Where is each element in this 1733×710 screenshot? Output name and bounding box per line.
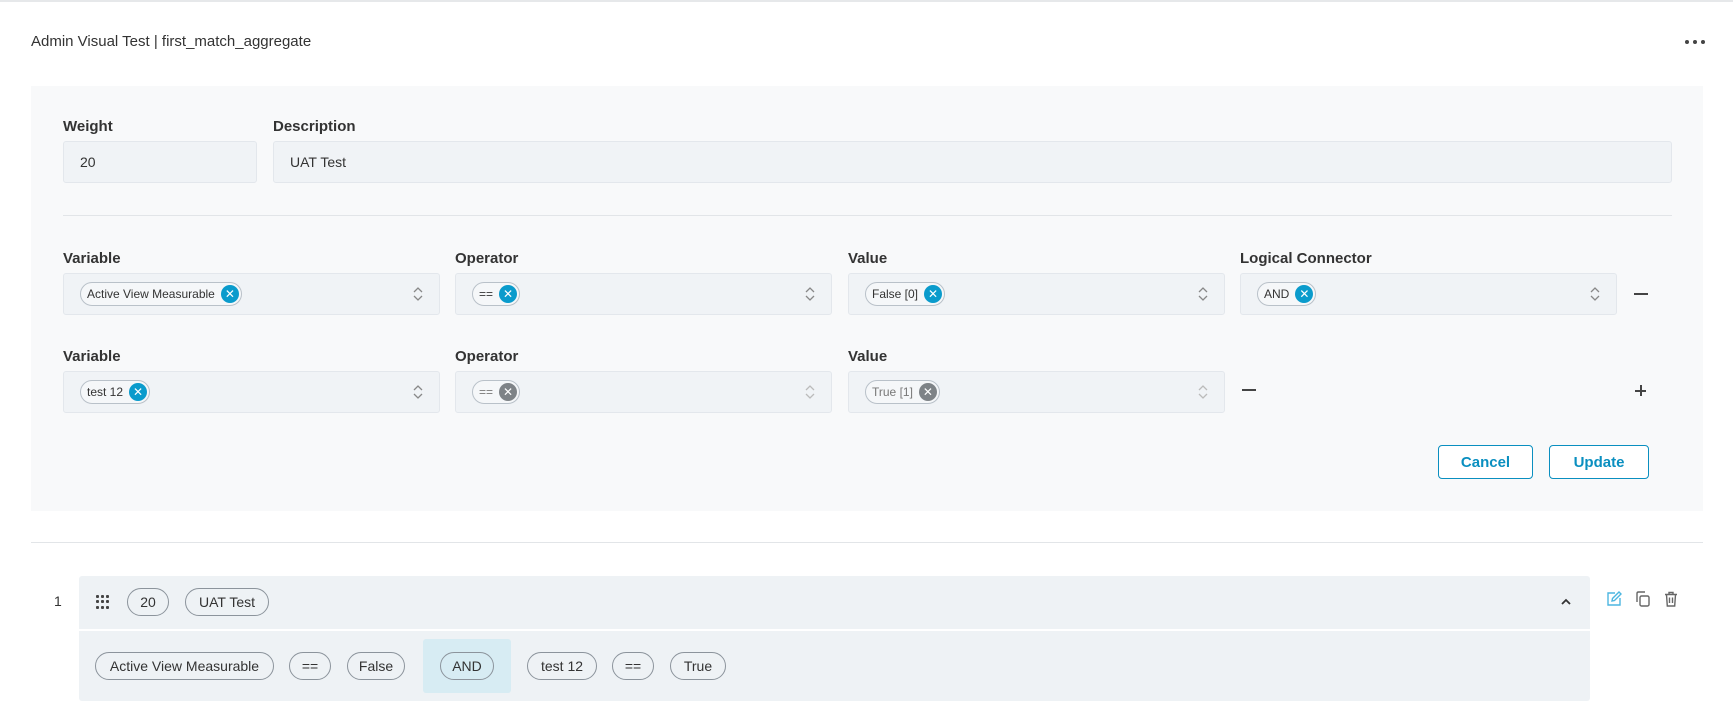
- chevron-up-down-icon: [413, 385, 423, 399]
- variable-select[interactable]: test 12 ✕: [63, 371, 440, 413]
- remove-condition-icon[interactable]: [1242, 389, 1256, 391]
- chevron-up-down-icon: [1198, 287, 1208, 301]
- rule-expression: Active View Measurable == False AND test…: [79, 631, 1590, 701]
- section-divider: [31, 542, 1703, 543]
- operator-label: Operator: [455, 250, 519, 267]
- variable-label: Variable: [63, 250, 121, 267]
- edit-icon[interactable]: [1605, 590, 1623, 608]
- chevron-up-down-icon: [805, 385, 815, 399]
- remove-chip-icon[interactable]: ✕: [499, 383, 518, 401]
- value-select[interactable]: True [1] ✕: [848, 371, 1225, 413]
- weight-label: Weight: [63, 118, 113, 135]
- variable-chip: Active View Measurable ✕: [80, 282, 242, 306]
- operator-label: Operator: [455, 348, 519, 365]
- value-label: Value: [848, 348, 888, 365]
- copy-icon[interactable]: [1634, 590, 1652, 608]
- value-chip-label: False [0]: [872, 287, 919, 301]
- remove-chip-icon[interactable]: ✕: [220, 285, 239, 303]
- operator-select[interactable]: == ✕: [455, 371, 832, 413]
- value-label: Value: [848, 250, 888, 267]
- chevron-up-icon[interactable]: [1560, 596, 1572, 608]
- remove-chip-icon[interactable]: ✕: [918, 383, 937, 401]
- variable-label: Variable: [63, 348, 121, 365]
- description-input[interactable]: UAT Test: [273, 141, 1672, 183]
- drag-handle-icon[interactable]: [96, 595, 110, 609]
- remove-condition-icon[interactable]: [1634, 293, 1648, 295]
- variable-chip-label: Active View Measurable: [87, 287, 215, 301]
- operator-chip-label: ==: [479, 287, 494, 301]
- expression-token: False: [347, 652, 405, 680]
- trash-icon[interactable]: [1662, 590, 1680, 608]
- top-border: [0, 0, 1733, 2]
- divider: [63, 215, 1672, 216]
- operator-chip: == ✕: [472, 282, 521, 306]
- cancel-button[interactable]: Cancel: [1438, 445, 1533, 479]
- rule-editor-panel: Weight 20 Description UAT Test Variable …: [31, 86, 1703, 511]
- expression-token: ==: [612, 652, 654, 680]
- chevron-up-down-icon: [1590, 287, 1600, 301]
- weight-input[interactable]: 20: [63, 141, 257, 183]
- variable-chip-label: test 12: [87, 385, 124, 399]
- logical-connector-select[interactable]: AND ✕: [1240, 273, 1617, 315]
- expression-token: test 12: [527, 652, 597, 680]
- operator-chip: == ✕: [472, 380, 521, 404]
- remove-chip-icon[interactable]: ✕: [924, 285, 943, 303]
- expression-token: AND: [440, 652, 494, 680]
- rule-header[interactable]: 20 UAT Test: [79, 576, 1590, 629]
- description-pill: UAT Test: [185, 588, 269, 616]
- update-button[interactable]: Update: [1549, 445, 1649, 479]
- logical-connector-label: Logical Connector: [1240, 250, 1372, 267]
- connector-chip-label: AND: [1264, 287, 1290, 301]
- rule-index: 1: [54, 593, 62, 609]
- value-select[interactable]: False [0] ✕: [848, 273, 1225, 315]
- chevron-up-down-icon: [413, 287, 423, 301]
- value-chip-label: True [1]: [872, 385, 913, 399]
- description-label: Description: [273, 118, 356, 135]
- remove-chip-icon[interactable]: ✕: [129, 383, 148, 401]
- value-chip: False [0] ✕: [865, 282, 946, 306]
- chevron-up-down-icon: [805, 287, 815, 301]
- expression-token: Active View Measurable: [95, 652, 274, 680]
- remove-chip-icon[interactable]: ✕: [499, 285, 518, 303]
- page-title: Admin Visual Test | first_match_aggregat…: [31, 33, 312, 50]
- more-horizontal-icon[interactable]: [1681, 30, 1709, 54]
- add-condition-icon[interactable]: [1633, 383, 1649, 399]
- operator-select[interactable]: == ✕: [455, 273, 832, 315]
- operator-chip-label: ==: [479, 385, 494, 399]
- weight-pill: 20: [127, 588, 169, 616]
- value-chip: True [1] ✕: [865, 380, 940, 404]
- chevron-up-down-icon: [1198, 385, 1208, 399]
- variable-chip: test 12 ✕: [80, 380, 151, 404]
- expression-token: True: [670, 652, 726, 680]
- variable-select[interactable]: Active View Measurable ✕: [63, 273, 440, 315]
- expression-token: ==: [289, 652, 331, 680]
- connector-chip: AND ✕: [1257, 282, 1317, 306]
- remove-chip-icon[interactable]: ✕: [1295, 285, 1314, 303]
